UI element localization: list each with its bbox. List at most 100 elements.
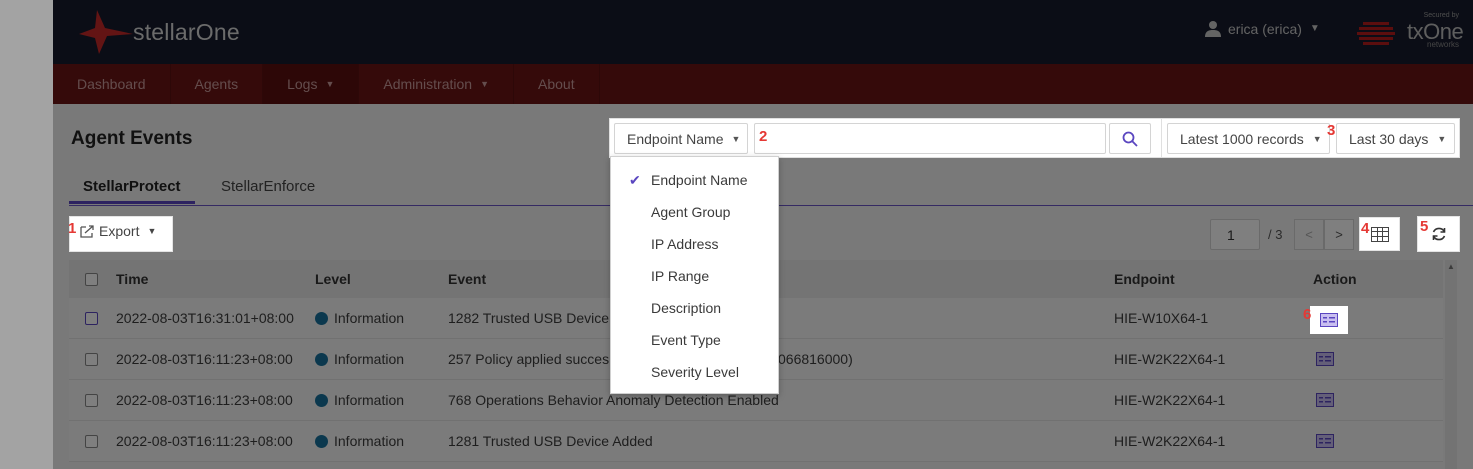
- nav-about[interactable]: About: [514, 64, 600, 104]
- table-columns-icon: [1370, 226, 1389, 242]
- nav-dashboard[interactable]: Dashboard: [53, 64, 171, 104]
- callout-badge-1: 1: [68, 220, 77, 237]
- chevron-down-icon: ▼: [147, 226, 157, 236]
- brand-logo[interactable]: stellarOne: [77, 8, 240, 56]
- row-endpoint: HIE-W10X64-1: [1114, 310, 1209, 326]
- callout-badge-2: 2: [759, 128, 768, 145]
- brand-name: stellarOne: [133, 18, 240, 45]
- record-limit-dropdown[interactable]: Latest 1000 records ▼: [1167, 123, 1330, 154]
- menu-item-severity-level[interactable]: Severity Level: [611, 356, 778, 388]
- chevron-down-icon: ▼: [1312, 133, 1322, 144]
- menu-item-label: IP Range: [651, 268, 710, 284]
- menu-item-label: IP Address: [651, 236, 719, 252]
- tab-stellarprotect[interactable]: StellarProtect: [69, 170, 195, 204]
- col-level[interactable]: Level: [315, 260, 351, 298]
- page-title: Agent Events: [71, 128, 193, 149]
- callout-badge-5: 5: [1420, 218, 1429, 235]
- chevron-down-icon: ▼: [1437, 133, 1447, 144]
- prev-page-button[interactable]: <: [1294, 219, 1324, 250]
- period-label: Last 30 days: [1349, 130, 1429, 147]
- row-event: 257 Policy applied succes: [448, 351, 610, 367]
- select-all-checkbox[interactable]: [85, 272, 98, 286]
- nav-administration[interactable]: Administration ▼: [359, 64, 514, 104]
- secured-by-label: Secured by: [1423, 12, 1459, 19]
- row-endpoint: HIE-W2K22X64-1: [1114, 351, 1226, 367]
- row-time: 2022-08-03T16:11:23+08:00: [116, 433, 293, 449]
- period-dropdown[interactable]: Last 30 days ▼: [1336, 123, 1455, 154]
- star-logo-icon: [79, 10, 133, 54]
- nav-label: About: [538, 76, 575, 92]
- menu-item-endpoint-name[interactable]: ✔ Endpoint Name: [611, 164, 778, 196]
- row-endpoint: HIE-W2K22X64-1: [1114, 392, 1226, 408]
- row-level: Information: [334, 433, 405, 449]
- menu-item-agent-group[interactable]: Agent Group: [611, 196, 778, 228]
- search-input[interactable]: [754, 123, 1106, 154]
- row-checkbox[interactable]: [85, 352, 98, 366]
- filter-field-label: Endpoint Name: [627, 130, 724, 147]
- col-endpoint[interactable]: Endpoint: [1114, 260, 1175, 298]
- page-total: / 3: [1268, 227, 1283, 242]
- checkmark-icon: ✔: [629, 171, 641, 188]
- info-level-icon: [315, 352, 328, 366]
- page-number-input[interactable]: 1: [1210, 219, 1260, 250]
- menu-item-event-type[interactable]: Event Type: [611, 324, 778, 356]
- view-detail-icon[interactable]: [1316, 434, 1334, 448]
- row-checkbox[interactable]: [85, 434, 98, 448]
- info-level-icon: [315, 311, 328, 325]
- row-event-tail: 066816000): [778, 351, 853, 367]
- callout-badge-3: 3: [1327, 122, 1336, 139]
- chevron-down-icon: ▼: [325, 79, 335, 89]
- txone-mark-icon: [1357, 22, 1395, 45]
- user-menu[interactable]: erica (erica) ▼: [1205, 20, 1320, 37]
- export-button[interactable]: Export ▼: [80, 223, 156, 239]
- row-time: 2022-08-03T16:11:23+08:00: [116, 351, 293, 367]
- table-scrollbar[interactable]: [1445, 260, 1457, 469]
- col-action: Action: [1313, 271, 1357, 287]
- filter-field-menu: ✔ Endpoint Name Agent Group IP Address IP…: [610, 156, 779, 394]
- range-filter-bar: Latest 1000 records ▼ Last 30 days ▼: [1161, 118, 1460, 158]
- menu-item-label: Endpoint Name: [651, 172, 748, 188]
- row-endpoint: HIE-W2K22X64-1: [1114, 433, 1226, 449]
- next-page-button[interactable]: >: [1324, 219, 1354, 250]
- row-event: 1281 Trusted USB Device Added: [448, 433, 653, 449]
- row-checkbox[interactable]: [85, 311, 98, 325]
- menu-item-label: Event Type: [651, 332, 721, 348]
- row-time: 2022-08-03T16:31:01+08:00: [116, 310, 294, 326]
- row-level: Information: [334, 392, 405, 408]
- action-view-highlight: [1310, 306, 1348, 334]
- col-event[interactable]: Event: [448, 260, 486, 298]
- user-icon: [1205, 21, 1221, 37]
- view-detail-icon[interactable]: [1316, 352, 1334, 366]
- callout-badge-4: 4: [1361, 220, 1370, 237]
- menu-item-ip-range[interactable]: IP Range: [611, 260, 778, 292]
- view-detail-icon[interactable]: [1320, 313, 1338, 327]
- search-icon: [1122, 131, 1138, 147]
- app-window: stellarOne erica (erica) ▼ Secured by tx…: [53, 0, 1473, 469]
- row-checkbox[interactable]: [85, 393, 98, 407]
- callout-badge-6: 6: [1303, 306, 1312, 323]
- menu-item-label: Severity Level: [651, 364, 739, 380]
- export-label: Export: [99, 223, 140, 239]
- tab-stellarenforce[interactable]: StellarEnforce: [207, 170, 329, 204]
- chevron-down-icon: ▼: [731, 133, 741, 144]
- info-level-icon: [315, 393, 328, 407]
- export-area: Export ▼: [69, 216, 173, 252]
- nav-agents[interactable]: Agents: [171, 64, 264, 104]
- record-limit-label: Latest 1000 records: [1180, 130, 1304, 147]
- col-time[interactable]: Time: [116, 260, 148, 298]
- menu-item-label: Description: [651, 300, 722, 316]
- nav-label: Administration: [383, 76, 473, 92]
- table-row[interactable]: 2022-08-03T16:11:23+08:00 Information 12…: [69, 421, 1443, 462]
- filter-field-dropdown[interactable]: Endpoint Name ▼: [614, 123, 748, 154]
- menu-item-ip-address[interactable]: IP Address: [611, 228, 778, 260]
- nav-label: Logs: [287, 76, 318, 92]
- search-filter-bar: Endpoint Name ▼: [609, 118, 1212, 158]
- nav-logs[interactable]: Logs ▼: [263, 64, 360, 104]
- view-detail-icon[interactable]: [1316, 393, 1334, 407]
- export-icon: [80, 225, 94, 238]
- search-button[interactable]: [1109, 123, 1151, 154]
- chevron-down-icon: ▼: [1309, 23, 1320, 34]
- menu-item-description[interactable]: Description: [611, 292, 778, 324]
- scroll-up-icon[interactable]: ▲: [1445, 262, 1457, 276]
- nav-label: Dashboard: [77, 76, 146, 92]
